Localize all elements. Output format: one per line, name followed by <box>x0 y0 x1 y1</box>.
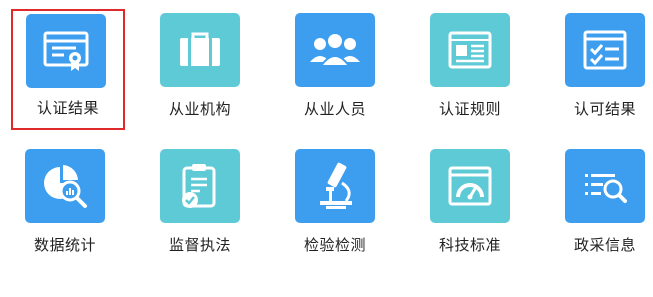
briefcase-icon <box>177 30 223 70</box>
tile-procurement-info[interactable]: 政采信息 <box>550 146 653 266</box>
tile-label: 检验检测 <box>303 236 366 254</box>
tile-label: 科技标准 <box>438 236 501 254</box>
tile-label: 数据统计 <box>33 236 96 254</box>
rules-document-icon <box>447 30 493 70</box>
tile-icon-box <box>295 13 375 87</box>
tile-label: 认证规则 <box>438 100 501 118</box>
tile-icon-box <box>430 13 510 87</box>
tile-certification-rules[interactable]: 认证规则 <box>415 10 525 130</box>
tile-icon-box <box>565 13 645 87</box>
tile-certification-results[interactable]: 认证结果 <box>11 9 125 130</box>
tile-data-statistics[interactable]: 数据统计 <box>10 146 120 266</box>
tile-label: 从业机构 <box>168 100 231 118</box>
checklist-window-icon <box>582 29 628 71</box>
tile-label: 从业人员 <box>303 100 366 118</box>
tile-inspection-testing[interactable]: 检验检测 <box>280 146 390 266</box>
tile-label: 政采信息 <box>573 236 636 254</box>
tile-icon-box <box>565 149 645 223</box>
tile-label: 监督执法 <box>168 236 231 254</box>
tile-icon-box <box>26 14 106 88</box>
tile-icon-box <box>295 149 375 223</box>
tile-icon-box <box>160 149 240 223</box>
tile-accreditation-results[interactable]: 认可结果 <box>550 10 653 130</box>
people-group-icon <box>308 30 362 70</box>
tile-icon-box <box>430 149 510 223</box>
tile-icon-box <box>25 149 105 223</box>
statistics-magnifier-icon <box>40 163 90 209</box>
tile-technology-standards[interactable]: 科技标准 <box>415 146 525 266</box>
microscope-icon <box>312 161 358 211</box>
tile-supervision-enforcement[interactable]: 监督执法 <box>145 146 255 266</box>
certificate-icon <box>42 29 90 73</box>
gauge-window-icon <box>447 165 493 207</box>
tile-label: 认可结果 <box>573 100 636 118</box>
tile-icon-box <box>160 13 240 87</box>
clipboard-check-icon <box>178 162 222 210</box>
tile-practitioners[interactable]: 从业人员 <box>280 10 390 130</box>
tile-label: 认证结果 <box>36 99 99 117</box>
list-search-icon <box>581 166 629 206</box>
tile-practicing-institutions[interactable]: 从业机构 <box>145 10 255 130</box>
